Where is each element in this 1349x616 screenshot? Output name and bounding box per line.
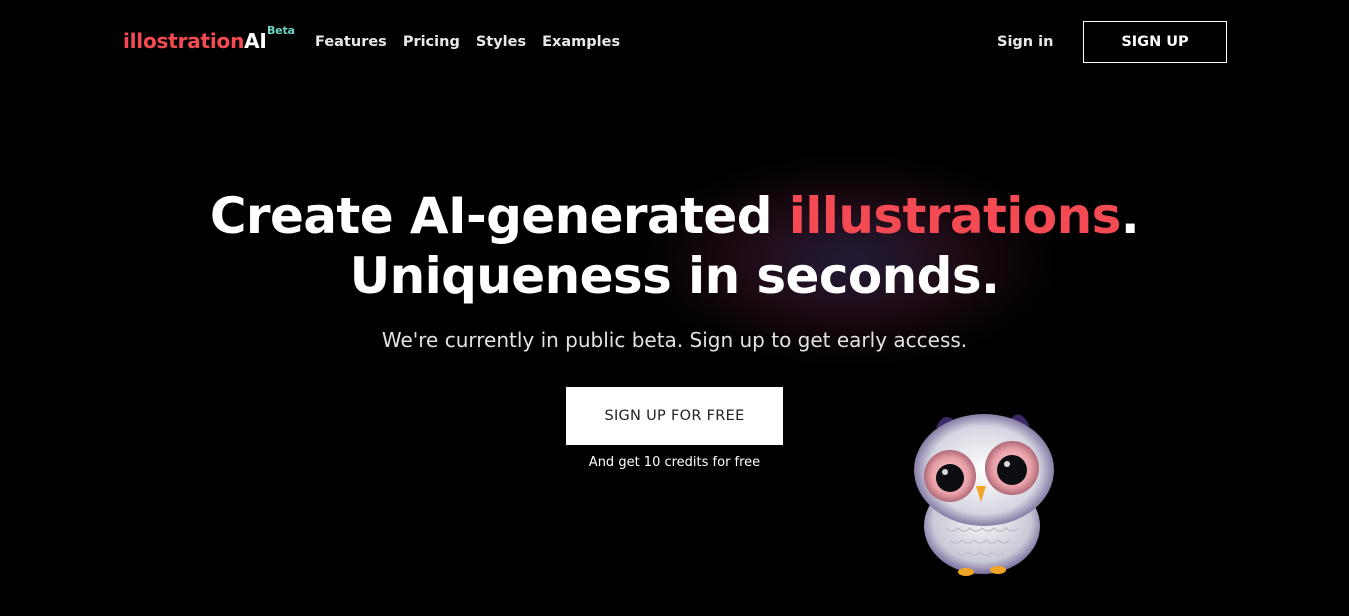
owl-illustration — [914, 414, 1054, 576]
brand-name-ai: AI — [244, 29, 267, 53]
sign-up-free-button[interactable]: SIGN UP FOR FREE — [566, 387, 783, 445]
nav-links: Features Pricing Styles Examples — [315, 33, 636, 51]
brand-logo[interactable]: illostrationAI Beta — [123, 25, 295, 54]
credits-note: And get 10 credits for free — [588, 455, 761, 470]
sign-in-link[interactable]: Sign in — [997, 33, 1053, 51]
headline-end: . — [1120, 187, 1140, 245]
landing-page: illostrationAI Beta Features Pricing Sty… — [0, 0, 1349, 616]
beta-badge: Beta — [267, 24, 295, 37]
nav-link-styles[interactable]: Styles — [476, 33, 526, 51]
sign-up-button[interactable]: SIGN UP — [1083, 21, 1227, 63]
nav-link-pricing[interactable]: Pricing — [403, 33, 460, 51]
hero-headline: Create AI-generated illustrations. Uniqu… — [0, 186, 1349, 306]
brand-name: illostration — [123, 29, 245, 53]
headline-start: Create AI-generated — [209, 187, 789, 245]
nav-link-examples[interactable]: Examples — [542, 33, 620, 51]
headline-line2: Uniqueness in seconds. — [349, 247, 1000, 305]
top-nav: illostrationAI Beta Features Pricing Sty… — [0, 0, 1349, 84]
nav-link-features[interactable]: Features — [315, 33, 387, 51]
headline-accent: illustrations — [788, 187, 1122, 245]
hero-subline: We're currently in public beta. Sign up … — [381, 328, 968, 352]
